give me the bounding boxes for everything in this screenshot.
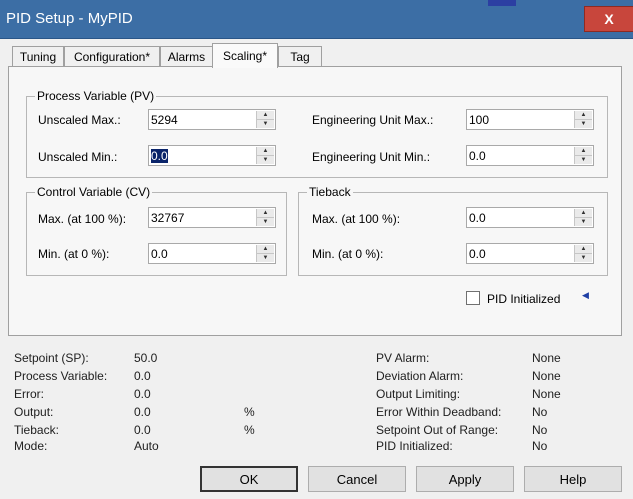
status-label: Deviation Alarm: bbox=[376, 369, 464, 383]
status-value: No bbox=[532, 423, 548, 437]
tab-scaling[interactable]: Scaling* bbox=[212, 43, 278, 68]
tieback-group-title: Tieback bbox=[307, 185, 353, 199]
down-arrow-icon[interactable]: ▼ bbox=[575, 218, 592, 226]
status-label: PID Initialized: bbox=[376, 439, 453, 453]
title-bar-decoration bbox=[488, 0, 516, 6]
close-button[interactable]: X bbox=[584, 6, 633, 32]
down-arrow-icon[interactable]: ▼ bbox=[257, 218, 274, 226]
status-label: Error Within Deadband: bbox=[376, 405, 502, 419]
tab-tag[interactable]: Tag bbox=[278, 46, 322, 67]
tieback-max-spinner[interactable]: 0.0 ▲ ▼ bbox=[466, 207, 594, 228]
up-arrow-icon[interactable]: ▲ bbox=[575, 147, 592, 156]
status-label: Mode: bbox=[14, 439, 48, 453]
apply-button[interactable]: Apply bbox=[416, 466, 514, 492]
tab-label: Configuration* bbox=[73, 50, 151, 64]
down-arrow-icon[interactable]: ▼ bbox=[575, 156, 592, 164]
eng-min-spinner[interactable]: 0.0 ▲ ▼ bbox=[466, 145, 594, 166]
down-arrow-icon[interactable]: ▼ bbox=[257, 156, 274, 164]
status-value: None bbox=[532, 387, 561, 401]
eng-max-value[interactable]: 100 bbox=[469, 113, 489, 127]
status-value: 0.0 bbox=[134, 369, 151, 383]
tab-label: Scaling* bbox=[222, 49, 268, 63]
status-value: No bbox=[532, 439, 548, 453]
status-value: None bbox=[532, 369, 561, 383]
status-value: None bbox=[532, 351, 561, 365]
cv-min-spinner[interactable]: 0.0 ▲ ▼ bbox=[148, 243, 276, 264]
up-arrow-icon[interactable]: ▲ bbox=[257, 147, 274, 156]
cv-max-spinner[interactable]: 32767 ▲ ▼ bbox=[148, 207, 276, 228]
tab-alarms[interactable]: Alarms bbox=[160, 46, 213, 67]
status-value: 0.0 bbox=[134, 387, 151, 401]
down-arrow-icon[interactable]: ▼ bbox=[575, 120, 592, 128]
pv-group-title: Process Variable (PV) bbox=[35, 89, 157, 103]
eng-max-label: Engineering Unit Max.: bbox=[312, 113, 434, 127]
status-label: PV Alarm: bbox=[376, 351, 430, 365]
cv-group-title: Control Variable (CV) bbox=[35, 185, 153, 199]
status-value: 0.0 bbox=[134, 405, 151, 419]
unscaled-max-spinner[interactable]: 5294 ▲ ▼ bbox=[148, 109, 276, 130]
tieback-min-label: Min. (at 0 %): bbox=[312, 247, 384, 261]
tieback-max-value[interactable]: 0.0 bbox=[469, 211, 486, 225]
unscaled-min-label: Unscaled Min.: bbox=[38, 150, 118, 164]
status-label: Setpoint (SP): bbox=[14, 351, 89, 365]
status-label: Process Variable: bbox=[14, 369, 108, 383]
eng-max-spinner[interactable]: 100 ▲ ▼ bbox=[466, 109, 594, 130]
left-arrow-icon: ◀ bbox=[582, 290, 589, 300]
status-unit: % bbox=[244, 423, 255, 437]
tab-label: Tuning bbox=[19, 50, 57, 64]
status-label: Setpoint Out of Range: bbox=[376, 423, 499, 437]
tab-label: Alarms bbox=[167, 50, 206, 64]
down-arrow-icon[interactable]: ▼ bbox=[257, 120, 274, 128]
spinner-buttons: ▲ ▼ bbox=[574, 147, 592, 164]
status-label: Output Limiting: bbox=[376, 387, 461, 401]
close-icon: X bbox=[604, 11, 614, 27]
status-label: Output: bbox=[14, 405, 54, 419]
cv-min-value[interactable]: 0.0 bbox=[151, 247, 168, 261]
status-unit: % bbox=[244, 405, 255, 419]
status-value: 50.0 bbox=[134, 351, 158, 365]
spinner-buttons: ▲ ▼ bbox=[256, 111, 274, 128]
unscaled-min-spinner[interactable]: 0.0 ▲ ▼ bbox=[148, 145, 276, 166]
status-label: Tieback: bbox=[14, 423, 59, 437]
unscaled-max-label: Unscaled Max.: bbox=[38, 113, 121, 127]
tieback-min-value[interactable]: 0.0 bbox=[469, 247, 486, 261]
spinner-buttons: ▲ ▼ bbox=[256, 245, 274, 262]
cv-max-value[interactable]: 32767 bbox=[151, 211, 184, 225]
tab-label: Tag bbox=[290, 50, 310, 64]
down-arrow-icon[interactable]: ▼ bbox=[575, 254, 592, 262]
up-arrow-icon[interactable]: ▲ bbox=[257, 111, 274, 120]
window-title: PID Setup - MyPID bbox=[6, 10, 133, 27]
spinner-buttons: ▲ ▼ bbox=[574, 245, 592, 262]
pid-initialized-checkbox[interactable] bbox=[466, 291, 480, 305]
up-arrow-icon[interactable]: ▲ bbox=[257, 209, 274, 218]
status-value: 0.0 bbox=[134, 423, 151, 437]
unscaled-min-value[interactable]: 0.0 bbox=[151, 149, 168, 163]
tieback-min-spinner[interactable]: 0.0 ▲ ▼ bbox=[466, 243, 594, 264]
spinner-buttons: ▲ ▼ bbox=[256, 147, 274, 164]
status-value: No bbox=[532, 405, 548, 419]
tab-tuning[interactable]: Tuning bbox=[12, 46, 64, 67]
eng-min-value[interactable]: 0.0 bbox=[469, 149, 486, 163]
tieback-max-label: Max. (at 100 %): bbox=[312, 212, 401, 226]
spinner-buttons: ▲ ▼ bbox=[574, 209, 592, 226]
pid-initialized-label: PID Initialized bbox=[487, 292, 561, 306]
help-button[interactable]: Help bbox=[524, 466, 622, 492]
spinner-buttons: ▲ ▼ bbox=[574, 111, 592, 128]
eng-min-label: Engineering Unit Min.: bbox=[312, 150, 431, 164]
up-arrow-icon[interactable]: ▲ bbox=[575, 245, 592, 254]
cv-max-label: Max. (at 100 %): bbox=[38, 212, 127, 226]
unscaled-max-value[interactable]: 5294 bbox=[151, 113, 178, 127]
up-arrow-icon[interactable]: ▲ bbox=[575, 209, 592, 218]
up-arrow-icon[interactable]: ▲ bbox=[257, 245, 274, 254]
up-arrow-icon[interactable]: ▲ bbox=[575, 111, 592, 120]
cancel-button[interactable]: Cancel bbox=[308, 466, 406, 492]
tab-configuration[interactable]: Configuration* bbox=[64, 46, 160, 67]
down-arrow-icon[interactable]: ▼ bbox=[257, 254, 274, 262]
status-value: Auto bbox=[134, 439, 159, 453]
status-label: Error: bbox=[14, 387, 44, 401]
spinner-buttons: ▲ ▼ bbox=[256, 209, 274, 226]
cv-min-label: Min. (at 0 %): bbox=[38, 247, 110, 261]
ok-button[interactable]: OK bbox=[200, 466, 298, 492]
